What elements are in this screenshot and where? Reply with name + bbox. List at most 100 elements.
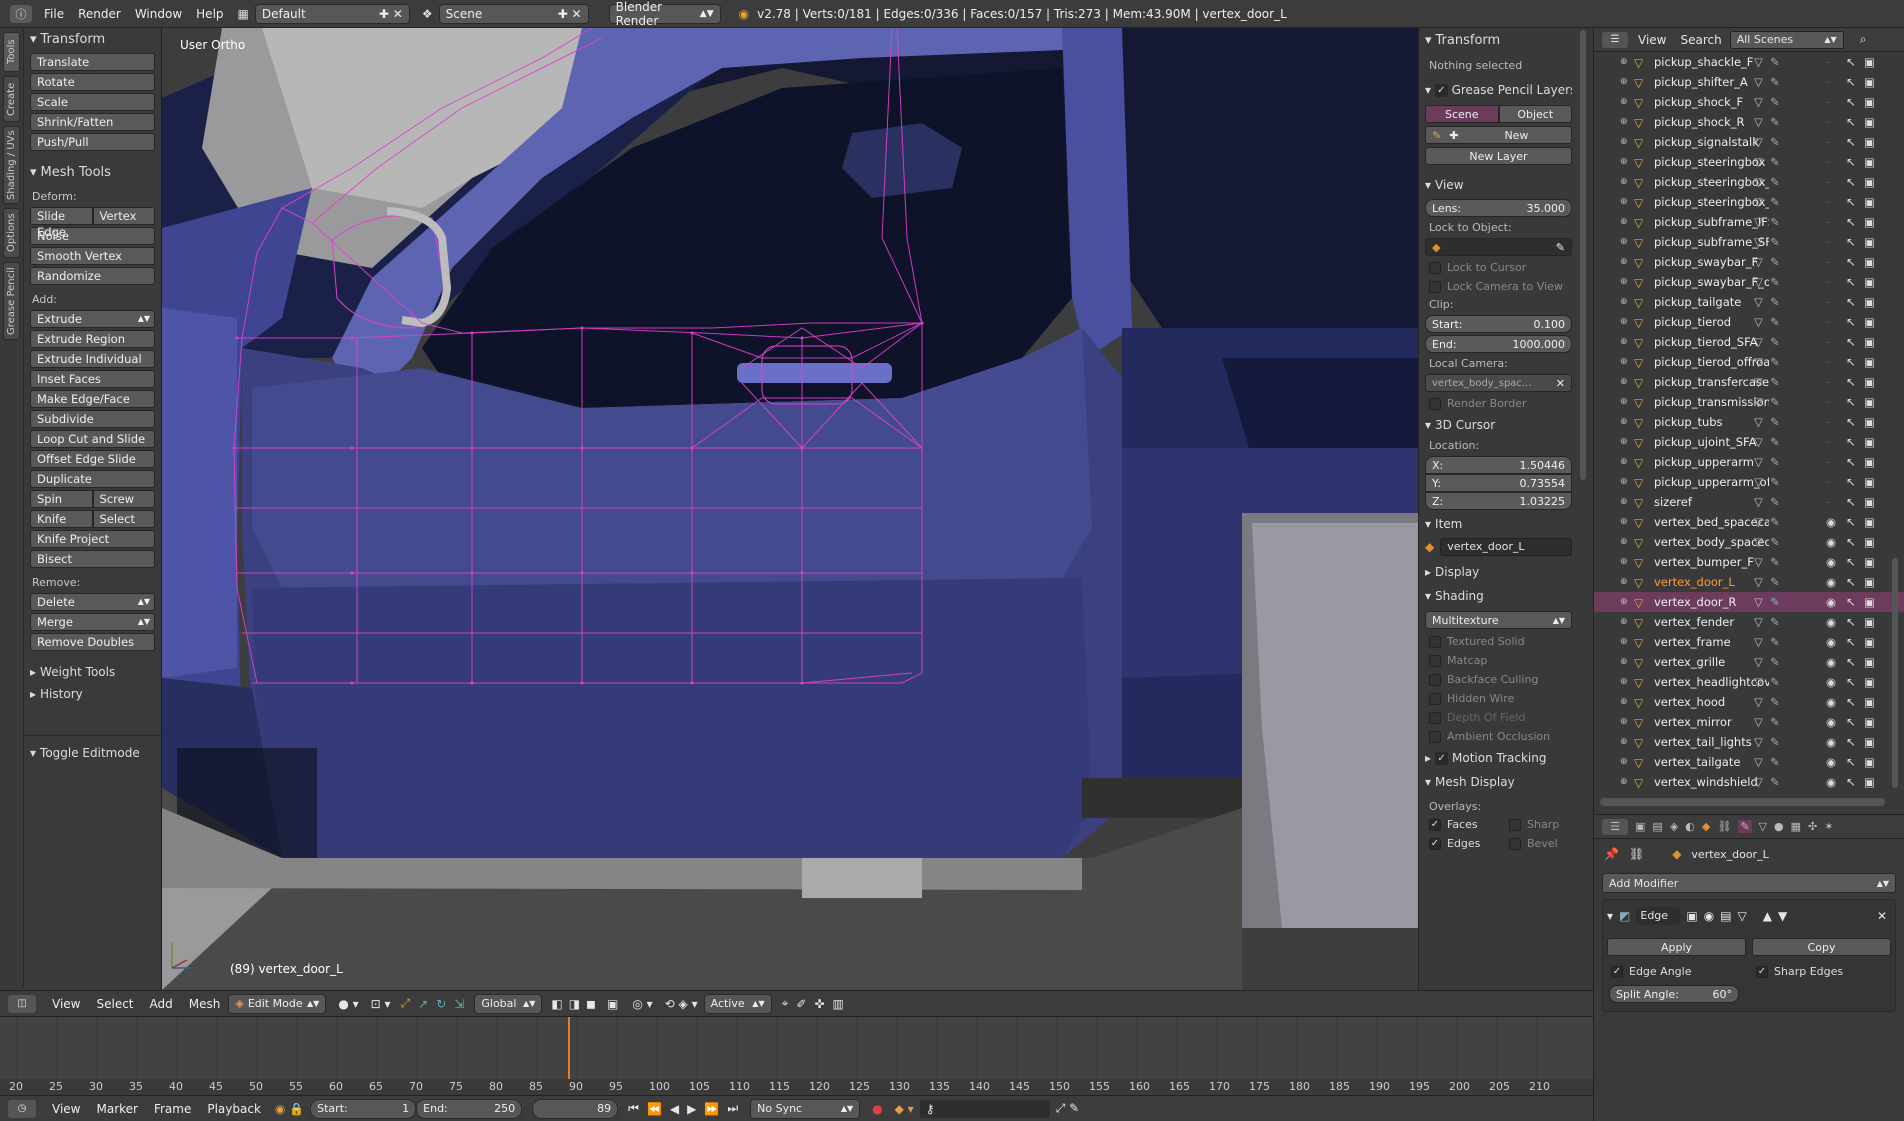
mesh-data-icon[interactable]: ▽	[1754, 315, 1763, 329]
visibility-eye-icon[interactable]: –	[1826, 95, 1832, 109]
outliner-item-name[interactable]: pickup_transfercase	[1654, 375, 1769, 389]
visibility-eye-icon[interactable]: ◉	[1826, 595, 1836, 609]
outliner-row[interactable]: ⊕ ▽ pickup_shock_R ▽ ✎ – ↖ ▣	[1594, 112, 1904, 132]
expand-toggle-icon[interactable]: ⊕	[1620, 517, 1628, 527]
spin-button[interactable]: Spin	[30, 490, 93, 508]
shading-mode-select[interactable]: Multitexture ▲▼	[1425, 611, 1572, 629]
outliner-item-name[interactable]: pickup_ujoint_SFA	[1654, 435, 1769, 449]
outliner-item-name[interactable]: vertex_frame	[1654, 635, 1769, 649]
outliner-row[interactable]: ⊕ ▽ pickup_steeringbox ▽ ✎ – ↖ ▣	[1594, 152, 1904, 172]
outliner-row[interactable]: ⊕ ▽ pickup_swaybar_F ▽ ✎ – ↖ ▣	[1594, 252, 1904, 272]
lens-field[interactable]: Lens: 35.000	[1425, 199, 1572, 217]
scale-manip-icon[interactable]: ⇲	[454, 997, 464, 1011]
backface-culling-checkbox[interactable]: Backface Culling	[1419, 670, 1578, 689]
modifier-name-field[interactable]: Edge	[1636, 907, 1681, 925]
expand-toggle-icon[interactable]: ⊕	[1620, 597, 1628, 607]
outliner-item-name[interactable]: vertex_door_R	[1654, 595, 1769, 609]
remove-doubles-button[interactable]: Remove Doubles	[30, 633, 155, 651]
mesh-data-icon[interactable]: ▽	[1754, 555, 1763, 569]
render-toggle-icon[interactable]: ▣	[1686, 909, 1697, 923]
outliner-row[interactable]: ⊕ ▽ pickup_transfercase ▽ ✎ – ↖ ▣	[1594, 372, 1904, 392]
visibility-eye-icon[interactable]: ◉	[1826, 735, 1836, 749]
visibility-eye-icon[interactable]: –	[1826, 475, 1832, 489]
renderable-camera-icon[interactable]: ▣	[1864, 535, 1875, 549]
modifier-wrench-icon[interactable]: ✎	[1770, 115, 1780, 129]
mesh-tools-panel-header[interactable]: ▾ Mesh Tools	[24, 161, 161, 184]
particles-tab-icon[interactable]: ✣	[1808, 820, 1817, 833]
render-engine-select[interactable]: Blender Render ▲▼	[608, 0, 721, 28]
clear-icon[interactable]: ✕	[1556, 377, 1565, 390]
modifier-wrench-icon[interactable]: ✎	[1770, 555, 1780, 569]
marker-menu[interactable]: Marker	[96, 1102, 137, 1116]
mesh-data-icon[interactable]: ▽	[1754, 675, 1763, 689]
split-angle-field[interactable]: Split Angle: 60°	[1609, 985, 1739, 1003]
outliner-item-name[interactable]: pickup_tierod	[1654, 315, 1769, 329]
outliner-row[interactable]: ⊕ ▽ pickup_tierod ▽ ✎ – ↖ ▣	[1594, 312, 1904, 332]
subdivide-button[interactable]: Subdivide	[30, 410, 155, 428]
outliner-item-name[interactable]: pickup_upperarm	[1654, 455, 1769, 469]
selectable-arrow-icon[interactable]: ↖	[1846, 775, 1856, 789]
outliner-item-name[interactable]: vertex_grille	[1654, 655, 1769, 669]
display-mode-select[interactable]: All Scenes ▲▼	[1729, 30, 1844, 49]
mesh-data-icon[interactable]: ▽	[1754, 275, 1763, 289]
renderable-camera-icon[interactable]: ▣	[1864, 735, 1875, 749]
depth-of-field-checkbox[interactable]: Depth Of Field	[1419, 708, 1578, 727]
expand-toggle-icon[interactable]: ⊕	[1620, 657, 1628, 667]
renderable-camera-icon[interactable]: ▣	[1864, 155, 1875, 169]
mesh-data-icon[interactable]: ▽	[1754, 615, 1763, 629]
visibility-eye-icon[interactable]: –	[1826, 235, 1832, 249]
visibility-eye-icon[interactable]: –	[1826, 335, 1832, 349]
mesh-data-icon[interactable]: ▽	[1754, 235, 1763, 249]
renderable-camera-icon[interactable]: ▣	[1864, 435, 1875, 449]
cursor-y-field[interactable]: Y: 0.73554	[1425, 474, 1572, 492]
faces-checkbox[interactable]: ✓ Faces	[1419, 815, 1499, 834]
mesh-data-icon[interactable]: ▽	[1754, 395, 1763, 409]
copy-button[interactable]: Copy	[1752, 938, 1891, 956]
selectable-arrow-icon[interactable]: ↖	[1846, 555, 1856, 569]
bevel-checkbox[interactable]: Bevel	[1499, 834, 1568, 853]
visibility-eye-icon[interactable]: –	[1826, 215, 1832, 229]
outliner-row[interactable]: ⊕ ▽ pickup_shackle_F ▽ ✎ – ↖ ▣	[1594, 52, 1904, 72]
renderable-camera-icon[interactable]: ▣	[1864, 115, 1875, 129]
constraint-tab-icon[interactable]: ⛓	[1717, 820, 1731, 833]
renderable-camera-icon[interactable]: ▣	[1864, 395, 1875, 409]
noise-button[interactable]: Noise	[30, 227, 155, 245]
clip-start-field[interactable]: Start: 0.100	[1425, 315, 1572, 333]
mesh-display-panel-header[interactable]: ▾ Mesh Display	[1419, 770, 1578, 794]
expand-toggle-icon[interactable]: ⊕	[1620, 617, 1628, 627]
orientation-select[interactable]: Global ▲▼	[474, 993, 543, 1014]
outliner-v-scrollbar[interactable]	[1892, 558, 1898, 788]
editor-type-icon[interactable]: ◫	[8, 994, 36, 1013]
transform-panel-header[interactable]: ▾ Transform	[1419, 28, 1578, 53]
viewport-scene[interactable]	[162, 28, 1418, 990]
selectable-arrow-icon[interactable]: ↖	[1846, 615, 1856, 629]
selectable-arrow-icon[interactable]: ↖	[1846, 375, 1856, 389]
visibility-eye-icon[interactable]: ◉	[1826, 515, 1836, 529]
outliner-row[interactable]: ⊕ ▽ vertex_grille ▽ ✎ ◉ ↖ ▣	[1594, 652, 1904, 672]
outliner-row[interactable]: ⊕▽pickup_swaybar_F_offroad▽✎–↖▣	[1594, 272, 1904, 292]
mesh-data-icon[interactable]: ▽	[1754, 635, 1763, 649]
shrink-fatten-button[interactable]: Shrink/Fatten	[30, 113, 155, 131]
slide-edge-button[interactable]: Slide Edge	[30, 207, 93, 239]
outliner-row[interactable]: ⊕ ▽ pickup_upperarm ▽ ✎ – ↖ ▣	[1594, 452, 1904, 472]
outliner-row[interactable]: ⊕ ▽ vertex_tailgate ▽ ✎ ◉ ↖ ▣	[1594, 752, 1904, 772]
outliner-row[interactable]: ⊕ ▽ pickup_tubs ▽ ✎ – ↖ ▣	[1594, 412, 1904, 432]
keying-set-icon[interactable]: ◆ ▾	[895, 1102, 914, 1116]
modifier-wrench-icon[interactable]: ✎	[1770, 655, 1780, 669]
outliner-row[interactable]: ⊕ ▽ vertex_fender ▽ ✎ ◉ ↖ ▣	[1594, 612, 1904, 632]
rotate-manip-icon[interactable]: ↻	[436, 997, 446, 1011]
modifier-wrench-icon[interactable]: ✎	[1770, 615, 1780, 629]
outliner-row[interactable]: ⊕ ▽ vertex_mirror ▽ ✎ ◉ ↖ ▣	[1594, 712, 1904, 732]
outliner-item-name[interactable]: pickup_shock_R	[1654, 115, 1769, 129]
expand-toggle-icon[interactable]: ⊕	[1620, 257, 1628, 267]
outliner-item-name[interactable]: vertex_headlightcover_R	[1654, 675, 1769, 689]
renderable-camera-icon[interactable]: ▣	[1864, 275, 1875, 289]
modifier-wrench-icon[interactable]: ✎	[1770, 715, 1780, 729]
tab-grease-pencil[interactable]: Grease Pencil	[3, 262, 20, 340]
visibility-eye-icon[interactable]: ◉	[1826, 755, 1836, 769]
visibility-eye-icon[interactable]: –	[1826, 315, 1832, 329]
outliner-item-name[interactable]: pickup_steeringbox_offroad	[1654, 195, 1769, 209]
selectable-arrow-icon[interactable]: ↖	[1846, 595, 1856, 609]
mesh-data-icon[interactable]: ▽	[1754, 575, 1763, 589]
outliner-item-name[interactable]: vertex_door_L	[1654, 575, 1769, 589]
